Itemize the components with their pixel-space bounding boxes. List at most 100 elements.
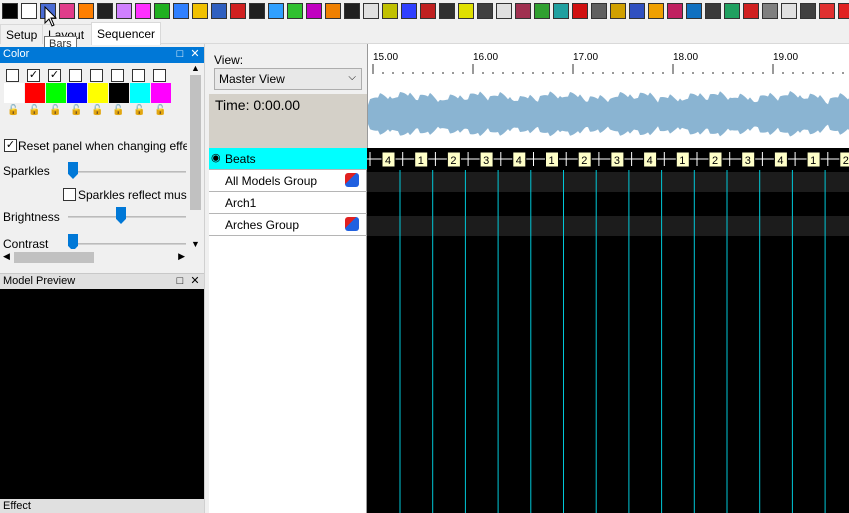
spirograph-effect-icon[interactable] xyxy=(781,3,797,19)
vertical-scroll-thumb[interactable] xyxy=(190,75,201,210)
glediator-effect-icon[interactable] xyxy=(306,3,322,19)
palette-checkbox[interactable] xyxy=(132,69,145,82)
model-group-icon[interactable] xyxy=(345,217,359,231)
sparkles-slider-track[interactable] xyxy=(68,171,186,173)
single-strand-effect-icon[interactable] xyxy=(686,3,702,19)
galaxy-effect-icon[interactable] xyxy=(268,3,284,19)
tendril-effect-icon[interactable] xyxy=(838,3,849,19)
palette-swatch[interactable] xyxy=(67,83,87,103)
kaleidoscope-effect-icon[interactable] xyxy=(325,3,341,19)
timeline-ruler[interactable]: 15.00 16.00 17.00 18.00 19.00 xyxy=(367,44,849,91)
lightning-effect-icon[interactable] xyxy=(363,3,379,19)
lock-icon[interactable]: 🔓 xyxy=(70,105,82,117)
sparkles-slider-thumb[interactable] xyxy=(68,162,78,179)
view-select[interactable]: Master View ⌵ xyxy=(214,68,362,90)
palette-swatch[interactable] xyxy=(4,83,24,103)
palette-checkbox[interactable] xyxy=(69,69,82,82)
snowstorm-effect-icon[interactable] xyxy=(743,3,759,19)
palette-checkbox[interactable] xyxy=(6,69,19,82)
lock-icon[interactable]: 🔓 xyxy=(154,105,166,117)
lock-icon[interactable]: 🔓 xyxy=(133,105,145,117)
shimmer-effect-icon[interactable] xyxy=(648,3,664,19)
pictures-effect-icon[interactable] xyxy=(515,3,531,19)
off-effect-icon[interactable] xyxy=(2,3,18,19)
effects-grid[interactable]: 4 1 2 3 4 1 2 3 4 1 2 3 4 1 2 xyxy=(367,148,849,513)
tab-sequencer[interactable]: Sequencer xyxy=(91,22,162,45)
lock-icon[interactable]: 🔓 xyxy=(91,105,103,117)
servo-effect-icon[interactable] xyxy=(591,3,607,19)
palette-swatch[interactable] xyxy=(46,83,66,103)
model-group-icon[interactable] xyxy=(345,173,359,187)
shockwave-effect-icon[interactable] xyxy=(667,3,683,19)
scroll-left-icon[interactable]: ◀ xyxy=(3,251,10,262)
scroll-right-icon[interactable]: ▶ xyxy=(178,251,185,262)
model-preview-title[interactable]: Model Preview □ ✕ xyxy=(0,273,204,289)
fan-effect-icon[interactable] xyxy=(192,3,208,19)
liquid-effect-icon[interactable] xyxy=(401,3,417,19)
float-panel-icon[interactable]: □ xyxy=(174,274,186,288)
audio-waveform[interactable] xyxy=(367,91,849,148)
reset-panel-checkbox[interactable]: ✓ xyxy=(4,139,17,152)
row-heading-arches-group[interactable]: Arches Group xyxy=(209,214,367,236)
color-panel-title[interactable]: Color □ ✕ xyxy=(0,47,204,63)
pinwheel-effect-icon[interactable] xyxy=(534,3,550,19)
palette-checkbox[interactable] xyxy=(153,69,166,82)
palette-swatch[interactable] xyxy=(151,83,171,103)
music-effect-icon[interactable] xyxy=(477,3,493,19)
lock-icon[interactable]: 🔓 xyxy=(7,105,19,117)
meteors-effect-icon[interactable] xyxy=(439,3,455,19)
plasma-effect-icon[interactable] xyxy=(553,3,569,19)
spirals-effect-icon[interactable] xyxy=(762,3,778,19)
morph-effect-icon[interactable] xyxy=(458,3,474,19)
contrast-slider-track[interactable] xyxy=(68,243,186,245)
close-panel-icon[interactable]: ✕ xyxy=(189,47,201,61)
brightness-slider-track[interactable] xyxy=(68,216,186,218)
tab-setup[interactable]: Setup xyxy=(0,24,44,44)
color-panel-vertical-scrollbar[interactable]: ▲ ▼ xyxy=(187,63,204,249)
sparkles-music-checkbox[interactable] xyxy=(63,188,76,201)
palette-checkbox[interactable]: ✓ xyxy=(27,69,40,82)
butterfly-effect-icon[interactable] xyxy=(59,3,75,19)
snowflakes-effect-icon[interactable] xyxy=(724,3,740,19)
fire-effect-icon[interactable] xyxy=(230,3,246,19)
palette-checkbox[interactable]: ✓ xyxy=(48,69,61,82)
effect-panel-title[interactable]: Effect xyxy=(0,499,204,513)
scroll-up-icon[interactable]: ▲ xyxy=(191,63,200,73)
brightness-slider-thumb[interactable] xyxy=(116,207,126,224)
fill-effect-icon[interactable] xyxy=(211,3,227,19)
candle-effect-icon[interactable] xyxy=(78,3,94,19)
shader-effect-icon[interactable] xyxy=(610,3,626,19)
palette-swatch[interactable] xyxy=(88,83,108,103)
dmx-effect-icon[interactable] xyxy=(154,3,170,19)
state-effect-icon[interactable] xyxy=(800,3,816,19)
lines-effect-icon[interactable] xyxy=(382,3,398,19)
palette-checkbox[interactable] xyxy=(111,69,124,82)
color-wash-effect-icon[interactable] xyxy=(116,3,132,19)
lock-icon[interactable]: 🔓 xyxy=(28,105,40,117)
circles-effect-icon[interactable] xyxy=(97,3,113,19)
close-panel-icon[interactable]: ✕ xyxy=(189,274,201,288)
fireworks-effect-icon[interactable] xyxy=(249,3,265,19)
timing-track-icon[interactable]: ◉ xyxy=(211,151,221,164)
lock-icon[interactable]: 🔓 xyxy=(112,105,124,117)
strobe-effect-icon[interactable] xyxy=(819,3,835,19)
sketch-effect-icon[interactable] xyxy=(705,3,721,19)
row-heading-beats[interactable]: ◉ Beats xyxy=(209,148,367,170)
shape-effect-icon[interactable] xyxy=(629,3,645,19)
life-effect-icon[interactable] xyxy=(344,3,360,19)
piano-effect-icon[interactable] xyxy=(496,3,512,19)
palette-checkbox[interactable] xyxy=(90,69,103,82)
garlands-effect-icon[interactable] xyxy=(287,3,303,19)
ripple-effect-icon[interactable] xyxy=(572,3,588,19)
marquee-effect-icon[interactable] xyxy=(420,3,436,19)
scroll-down-icon[interactable]: ▼ xyxy=(191,239,200,249)
palette-swatch[interactable] xyxy=(130,83,150,103)
float-panel-icon[interactable]: □ xyxy=(174,47,186,61)
color-panel-horizontal-scrollbar[interactable]: ◀ ▶ xyxy=(0,249,187,266)
row-heading-all-models-group[interactable]: All Models Group xyxy=(209,170,367,192)
on-effect-icon[interactable] xyxy=(21,3,37,19)
faces-effect-icon[interactable] xyxy=(173,3,189,19)
palette-swatch[interactable] xyxy=(25,83,45,103)
horizontal-scroll-thumb[interactable] xyxy=(14,252,94,263)
model-preview-canvas[interactable] xyxy=(0,289,204,499)
